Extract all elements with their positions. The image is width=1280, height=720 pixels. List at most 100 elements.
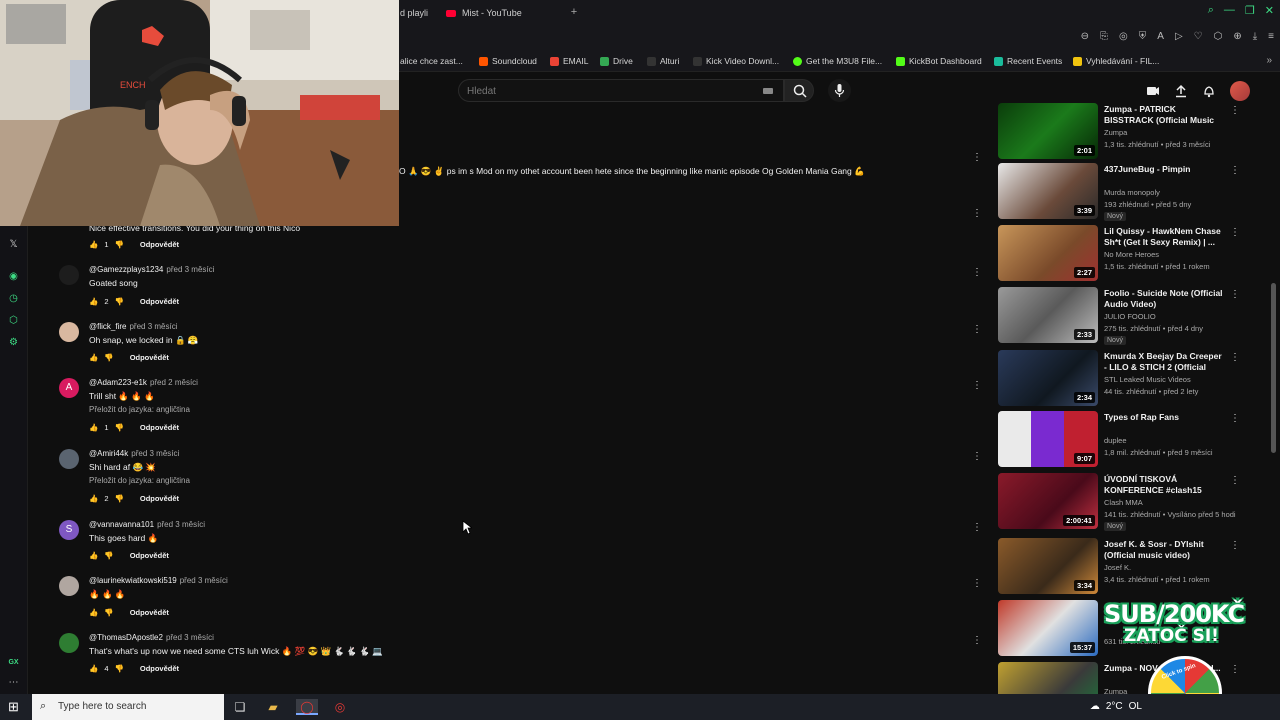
video-title[interactable]: Lil Quissy - HawkNem Chase Sh*t (Get It … bbox=[1104, 226, 1226, 248]
account-avatar[interactable] bbox=[1230, 81, 1250, 101]
search-tabs-icon[interactable]: ⌕ bbox=[1208, 4, 1214, 17]
comment-avatar[interactable] bbox=[59, 633, 79, 653]
comment-author[interactable]: @vannavanna101 bbox=[89, 520, 154, 529]
related-video-item[interactable]: 2:33 Foolio - Suicide Note (Official Audi… bbox=[998, 287, 1268, 345]
comment-time[interactable]: před 3 měsíci bbox=[166, 265, 214, 274]
search-input[interactable] bbox=[467, 83, 747, 99]
settings-icon[interactable]: ⚙ bbox=[7, 336, 20, 349]
dislike-icon[interactable]: 👎 bbox=[104, 551, 113, 560]
like-icon[interactable]: 👍 bbox=[89, 608, 98, 617]
video-channel[interactable]: duplee bbox=[1104, 436, 1127, 445]
related-video-item[interactable]: 2:34 Kmurda X Beejay Da Creeper - LILO & … bbox=[998, 350, 1268, 408]
video-thumbnail[interactable]: 3:39 bbox=[998, 163, 1098, 219]
comment-avatar[interactable] bbox=[59, 449, 79, 469]
video-thumbnail[interactable]: 2:00:41 bbox=[998, 473, 1098, 529]
more-options-icon[interactable]: ⋮ bbox=[1230, 413, 1240, 424]
related-video-item[interactable]: 2:00:41 ÚVODNÍ TISKOVÁ KONFERENCE #clash1… bbox=[998, 473, 1268, 531]
scrollbar[interactable] bbox=[1271, 283, 1276, 453]
play-icon[interactable]: ▷ bbox=[1175, 31, 1183, 42]
like-icon[interactable]: 👍 bbox=[89, 423, 98, 432]
like-icon[interactable]: 👍 bbox=[89, 551, 98, 560]
related-video-item[interactable]: 2:01 Zumpa - PATRICK BISSTRACK (Official … bbox=[998, 103, 1268, 161]
dislike-icon[interactable]: 👎 bbox=[104, 608, 113, 617]
more-options-icon[interactable]: ⋮ bbox=[972, 380, 982, 392]
video-channel[interactable]: JULIO FOOLIO bbox=[1104, 312, 1156, 321]
like-icon[interactable]: 👍 bbox=[89, 494, 98, 503]
play-circle-icon[interactable]: ◉ bbox=[7, 270, 20, 283]
video-channel[interactable]: STL Leaked Music Videos bbox=[1104, 375, 1191, 384]
task-view-icon[interactable]: ❏ bbox=[232, 699, 248, 715]
video-title[interactable]: Zumpa - PATRICK BISSTRACK (Official Musi… bbox=[1104, 104, 1226, 126]
video-channel[interactable]: Clash MMA bbox=[1104, 498, 1143, 507]
comment-time[interactable]: před 3 měsíci bbox=[157, 520, 205, 529]
bookmark-item[interactable]: alice chce zast... bbox=[400, 56, 463, 66]
maximize-icon[interactable]: ❐ bbox=[1245, 4, 1255, 17]
more-options-icon[interactable]: ⋮ bbox=[972, 635, 982, 647]
windows-start-icon[interactable]: ⊞ bbox=[8, 700, 19, 714]
more-options-icon[interactable]: ⋮ bbox=[972, 522, 982, 534]
bookmark-item[interactable]: Vyhledávání - FIL... bbox=[1073, 56, 1159, 66]
more-options-icon[interactable]: ⋮ bbox=[1230, 289, 1240, 300]
like-icon[interactable]: 👍 bbox=[89, 240, 98, 249]
comment-author[interactable]: @laurinekwiatkowski519 bbox=[89, 576, 177, 585]
download-icon[interactable]: ⤓ bbox=[1253, 31, 1257, 42]
video-channel[interactable]: Murda monopoly bbox=[1104, 188, 1160, 197]
comment-time[interactable]: před 3 měsíci bbox=[180, 576, 228, 585]
minimize-icon[interactable]: — bbox=[1224, 4, 1235, 17]
dislike-icon[interactable]: 👎 bbox=[115, 664, 124, 673]
video-thumbnail[interactable]: 2:33 bbox=[998, 287, 1098, 343]
comment-time[interactable]: před 3 měsíci bbox=[129, 322, 177, 331]
file-explorer-icon[interactable]: ▰ bbox=[265, 699, 281, 715]
obs-icon[interactable]: ◎ bbox=[332, 699, 348, 715]
weather-temp[interactable]: 2°C bbox=[1106, 701, 1123, 712]
zoom-out-icon[interactable]: ⊖ bbox=[1081, 31, 1089, 42]
video-thumbnail[interactable]: 2:34 bbox=[998, 350, 1098, 406]
taskbar-search[interactable]: ⌕ Type here to search bbox=[32, 694, 224, 720]
comment-author[interactable]: @flick_fire bbox=[89, 322, 126, 331]
bookmark-item[interactable]: Drive bbox=[600, 56, 633, 66]
dislike-icon[interactable]: 👎 bbox=[104, 353, 113, 362]
related-video-item[interactable]: 9:07 Types of Rap Fans duplee 1,8 mil. zhlé… bbox=[998, 411, 1268, 469]
like-icon[interactable]: 👍 bbox=[89, 353, 98, 362]
more-options-icon[interactable]: ⋮ bbox=[1230, 227, 1240, 238]
reply-button[interactable]: Odpovědět bbox=[140, 297, 179, 306]
create-icon[interactable] bbox=[1146, 84, 1160, 98]
reply-button[interactable]: Odpovědět bbox=[130, 353, 169, 362]
video-thumbnail[interactable]: 2:27 bbox=[998, 225, 1098, 281]
comment-avatar[interactable] bbox=[59, 576, 79, 596]
comment-avatar[interactable]: A bbox=[59, 378, 79, 398]
related-video-item[interactable]: 3:39 437JuneBug - Pimpin Murda monopoly 193… bbox=[998, 163, 1268, 221]
video-thumbnail[interactable]: 3:34 bbox=[998, 538, 1098, 594]
new-tab-button[interactable]: + bbox=[568, 6, 580, 18]
weather-icon[interactable]: ☁ bbox=[1090, 701, 1100, 712]
reply-button[interactable]: Odpovědět bbox=[140, 240, 179, 249]
translate-link[interactable]: Přeložit do jazyka: angličtina bbox=[89, 476, 190, 485]
comment-avatar[interactable]: S bbox=[59, 520, 79, 540]
profile-icon[interactable]: ⊕ bbox=[1233, 31, 1241, 42]
comment-time[interactable]: před 3 měsíci bbox=[131, 449, 179, 458]
more-options-icon[interactable]: ⋮ bbox=[1230, 352, 1240, 363]
copy-icon[interactable]: ⎘ bbox=[1100, 31, 1108, 42]
comment-time[interactable]: před 3 měsíci bbox=[166, 633, 214, 642]
reply-button[interactable]: Odpovědět bbox=[140, 423, 179, 432]
bookmark-item[interactable]: Get the M3U8 File... bbox=[793, 56, 882, 66]
bookmark-item[interactable]: KickBot Dashboard bbox=[896, 56, 982, 66]
related-video-item[interactable]: 2:27 Lil Quissy - HawkNem Chase Sh*t (Get… bbox=[998, 225, 1268, 283]
more-options-icon[interactable]: ⋮ bbox=[972, 451, 982, 463]
dislike-icon[interactable]: 👎 bbox=[115, 494, 124, 503]
tab-youtube[interactable]: Mist - YouTube bbox=[446, 5, 522, 21]
comment-time[interactable]: před 2 měsíci bbox=[150, 378, 198, 387]
gx-icon[interactable]: GX bbox=[7, 656, 20, 669]
heart-icon[interactable]: ♡ bbox=[1194, 31, 1203, 42]
video-channel[interactable]: No More Heroes bbox=[1104, 250, 1159, 259]
more-options-icon[interactable]: ⋮ bbox=[972, 324, 982, 336]
more-options-icon[interactable]: ⋮ bbox=[972, 267, 982, 279]
voice-search-button[interactable] bbox=[828, 79, 851, 102]
history-icon[interactable]: ◷ bbox=[7, 292, 20, 305]
upload-icon[interactable] bbox=[1174, 84, 1188, 98]
video-title[interactable]: Types of Rap Fans bbox=[1104, 412, 1226, 423]
like-icon[interactable]: 👍 bbox=[89, 297, 98, 306]
notifications-bell-icon[interactable] bbox=[1202, 84, 1216, 98]
reply-button[interactable]: Odpovědět bbox=[140, 494, 179, 503]
video-title[interactable]: ÚVODNÍ TISKOVÁ KONFERENCE #clash15 bbox=[1104, 474, 1226, 496]
